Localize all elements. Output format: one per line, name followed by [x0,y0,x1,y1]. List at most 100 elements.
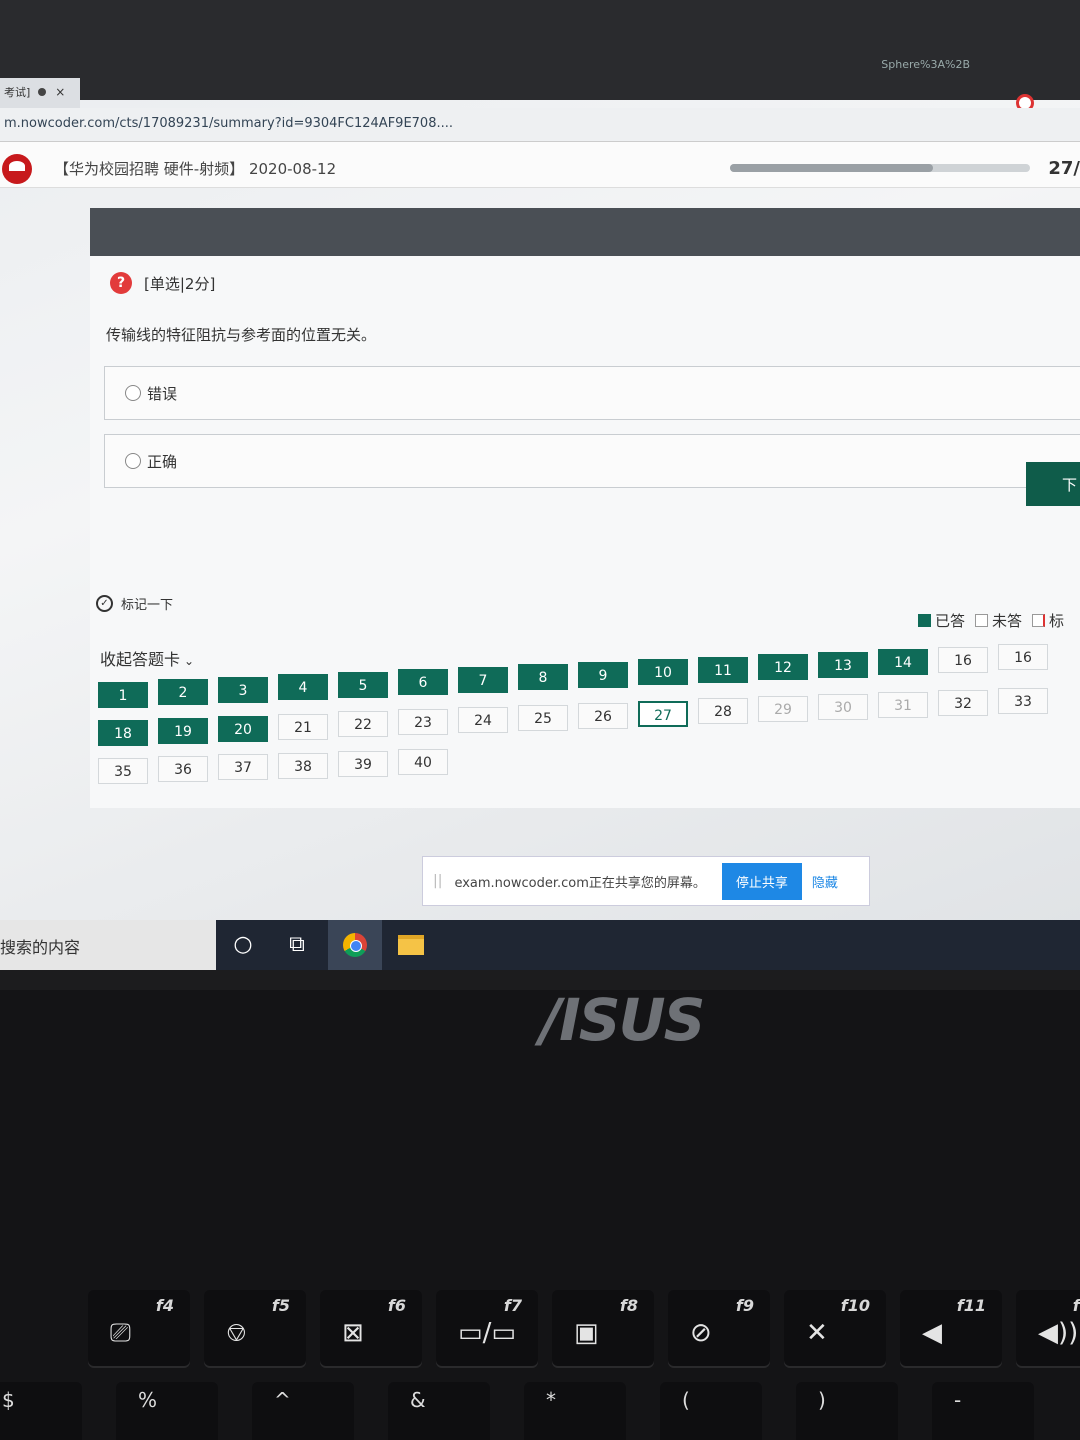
question-number-cell[interactable]: 7 [458,666,508,693]
question-number-cell[interactable]: 12 [758,654,808,681]
question-type: [单选|2分] [144,274,216,293]
unanswered-swatch-icon [975,614,989,627]
function-key-icon: ⎊ [226,1318,247,1348]
function-key[interactable]: f10 ✕ [784,1290,886,1366]
question-number-cell[interactable]: 27 [638,700,688,727]
cortana-icon[interactable]: ○ [216,920,270,970]
question-number-cell[interactable]: 18 [98,720,148,746]
exam-title: 【华为校园招聘 硬件-射频】 2020-08-12 [54,160,337,178]
question-number-cell[interactable]: 3 [218,676,268,703]
function-key[interactable]: f11 ◀ [900,1290,1002,1366]
question-number-cell[interactable]: 36 [158,756,208,783]
browser-tab-bar: 考试] × Sphere%3A%2B [0,0,1080,108]
progress-text: 27/ [1048,158,1080,179]
question-number-cell[interactable]: 14 [878,649,928,676]
radio-button[interactable] [125,453,141,469]
tab-bar-text: Sphere%3A%2B [881,58,970,71]
question-number-cell[interactable]: 22 [338,711,388,738]
file-explorer-icon[interactable] [384,920,438,970]
chrome-icon[interactable] [328,920,382,970]
browser-tab[interactable]: 考试] × [0,78,80,108]
question-number-cell[interactable]: 4 [278,674,328,701]
address-bar[interactable]: m.nowcoder.com/cts/17089231/summary?id=9… [0,108,1080,142]
question-number-cell[interactable]: 30 [818,694,868,721]
question-number-cell[interactable]: 37 [218,754,268,781]
check-circle-icon: ✓ [96,595,113,612]
number-key[interactable]: % [116,1382,218,1440]
taskbar-search[interactable]: 搜索的内容 [0,920,216,970]
mark-question-toggle[interactable]: ✓ 标记一下 [96,594,173,613]
number-key[interactable]: - [932,1382,1034,1440]
question-number-cell[interactable]: 32 [938,689,988,716]
number-key[interactable]: ^ [252,1382,354,1440]
legend-unanswered: 未答 [992,612,1023,630]
legend-answered: 已答 [935,612,966,630]
question-number-cell[interactable]: 31 [878,691,928,718]
number-key[interactable]: & [388,1382,490,1440]
next-button[interactable]: 下 [1026,462,1080,506]
close-tab-icon[interactable]: × [55,85,65,99]
option-false[interactable]: 错误 [104,366,1080,420]
function-key[interactable]: f7 ▭/▭ [436,1290,538,1366]
question-number-cell[interactable]: 35 [98,758,148,784]
number-key[interactable]: ) [796,1382,898,1440]
function-key-icon: ◀)) [1038,1318,1079,1348]
windows-taskbar: 搜索的内容 ○ ⧉ [0,920,1080,970]
tab-label: 考试] [4,86,31,99]
hide-link[interactable]: 隐藏 [812,872,838,891]
radio-button[interactable] [125,385,141,401]
question-number-cell[interactable]: 1 [98,682,148,708]
task-view-icon[interactable]: ⧉ [270,920,324,970]
question-number-cell[interactable]: 33 [998,687,1048,714]
function-key-label: f8 [619,1296,638,1315]
question-number-cell[interactable]: 23 [398,709,448,736]
question-number-cell[interactable]: 26 [578,702,628,729]
function-key-icon: ⎚ [110,1318,131,1348]
function-key[interactable]: f4 ⎚ [88,1290,190,1366]
function-key-icon: ◀ [922,1318,942,1348]
function-key[interactable]: f12 ◀)) [1016,1290,1080,1366]
question-number-cell[interactable]: 24 [458,707,508,734]
question-number-cell[interactable]: 28 [698,698,748,725]
question-number-cell[interactable]: 6 [398,669,448,696]
question-number-cell[interactable]: 16 [938,646,988,673]
site-header: 【华为校园招聘 硬件-射频】 2020-08-12 27/ [0,142,1080,188]
collapse-answer-card-button[interactable]: 收起答题卡 ⌄ [100,646,194,670]
question-number-cell[interactable]: 21 [278,713,328,740]
question-number-cell[interactable]: 13 [818,651,868,678]
question-number-cell[interactable]: 29 [758,696,808,723]
question-number-cell[interactable]: 2 [158,679,208,706]
number-key-label: ) [818,1388,826,1412]
question-number-cell[interactable]: 19 [158,717,208,744]
question-number-cell[interactable]: 11 [698,656,748,683]
function-key[interactable]: f9 ⊘ [668,1290,770,1366]
question-number-cell[interactable]: 20 [218,715,268,742]
drag-handle-icon[interactable]: || [433,873,442,889]
stop-sharing-button[interactable]: 停止共享 [721,862,802,900]
question-number-cell[interactable]: 38 [278,752,328,779]
number-key[interactable]: * [524,1382,626,1440]
question-number-cell[interactable]: 40 [398,749,448,775]
number-key[interactable]: $ [0,1382,82,1440]
function-key-label: f6 [387,1296,406,1315]
function-key-icon: ⊠ [342,1318,364,1348]
option-true[interactable]: 正确 [104,434,1080,488]
question-number-cell[interactable]: 39 [338,750,388,777]
mark-label: 标记一下 [121,598,174,613]
number-key[interactable]: ( [660,1382,762,1440]
function-key[interactable]: f6 ⊠ [320,1290,422,1366]
question-number-cell[interactable]: 9 [578,661,628,688]
question-text: 传输线的特征阻抗与参考面的位置无关。 [106,326,377,344]
function-key[interactable]: f8 ▣ [552,1290,654,1366]
question-number-cell[interactable]: 16 [998,644,1048,671]
laptop-bezel: 考试] × Sphere%3A%2B m.nowcoder.com/cts/17… [0,0,1080,990]
function-key-label: f4 [155,1296,174,1315]
question-number-cell[interactable]: 10 [638,659,688,686]
function-key[interactable]: f5 ⎊ [204,1290,306,1366]
question-number-cell[interactable]: 25 [518,704,568,731]
answer-legend: 已答 未答 标 [908,610,1064,631]
question-number-cell[interactable]: 5 [338,671,388,698]
question-number-cell[interactable]: 8 [518,664,568,691]
panel-header-strip [90,208,1080,256]
function-key-label: f9 [735,1296,754,1315]
